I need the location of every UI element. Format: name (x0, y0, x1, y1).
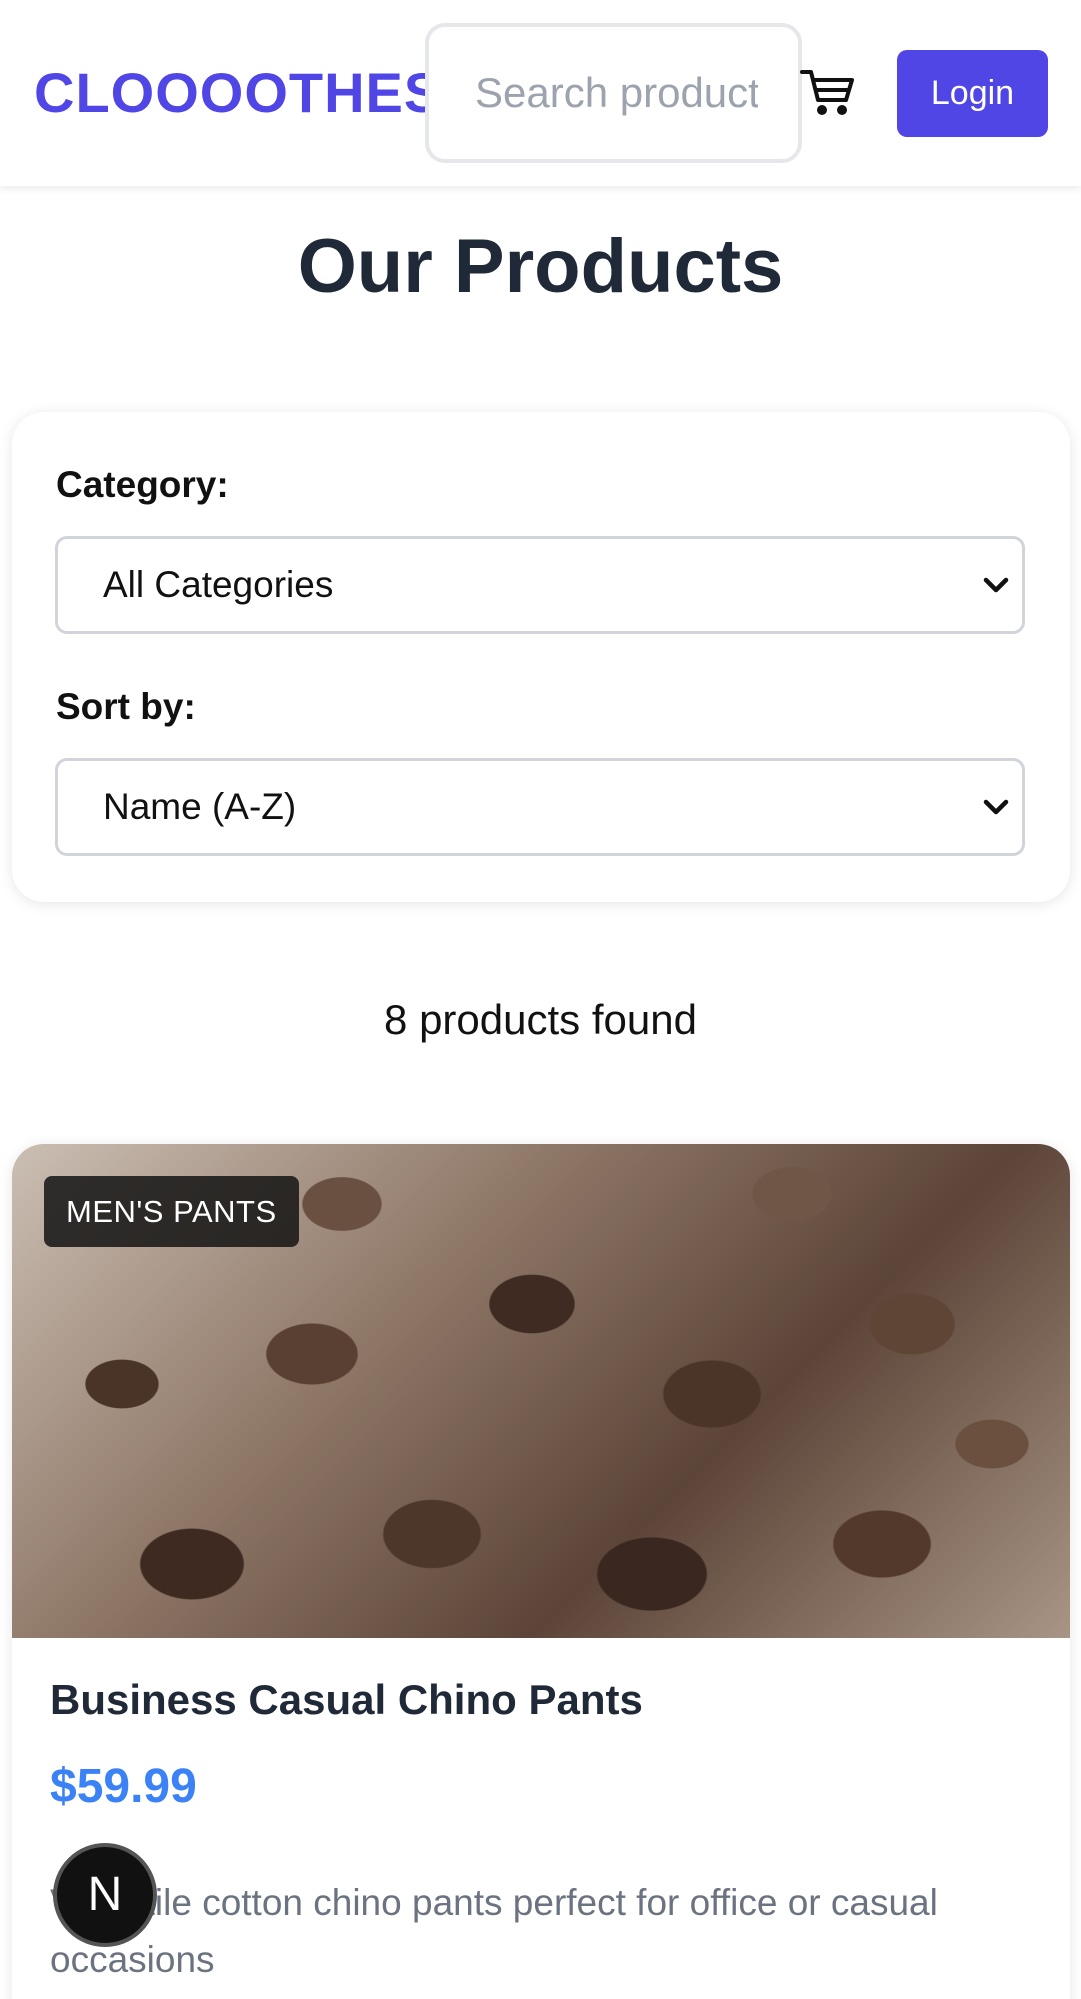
search-box[interactable] (425, 23, 802, 163)
page-title: Our Products (297, 224, 784, 309)
filter-panel: Category: All Categories Sort by: Name (… (12, 412, 1070, 902)
product-description: Versatile cotton chino pants perfect for… (50, 1882, 938, 1980)
product-price: $59.99 (50, 1760, 197, 1813)
sort-label: Sort by: (56, 686, 196, 727)
cart-icon-graphic (800, 70, 854, 115)
chevron-down-icon (983, 799, 1009, 815)
product-name[interactable]: Business Casual Chino Pants (50, 1672, 643, 1728)
chevron-down-icon (983, 577, 1009, 593)
navbar: CLOOOOTHES Login (0, 0, 1081, 186)
login-button[interactable]: Login (897, 50, 1048, 137)
category-select[interactable]: All Categories (55, 536, 1025, 634)
brand-logo[interactable]: CLOOOOTHES (34, 60, 442, 126)
result-count: 8 products found (384, 996, 697, 1043)
dev-tools-badge[interactable]: N (53, 1843, 157, 1947)
sort-select[interactable]: Name (A-Z) (55, 758, 1025, 856)
category-select-value: All Categories (103, 564, 334, 605)
sort-select-value: Name (A-Z) (103, 786, 297, 827)
category-badge: MEN'S PANTS (44, 1176, 299, 1247)
product-card[interactable]: MEN'S PANTS Business Casual Chino Pants … (12, 1144, 1070, 1999)
search-input[interactable] (429, 27, 798, 159)
cart-icon[interactable] (800, 66, 856, 118)
category-label: Category: (56, 464, 229, 505)
